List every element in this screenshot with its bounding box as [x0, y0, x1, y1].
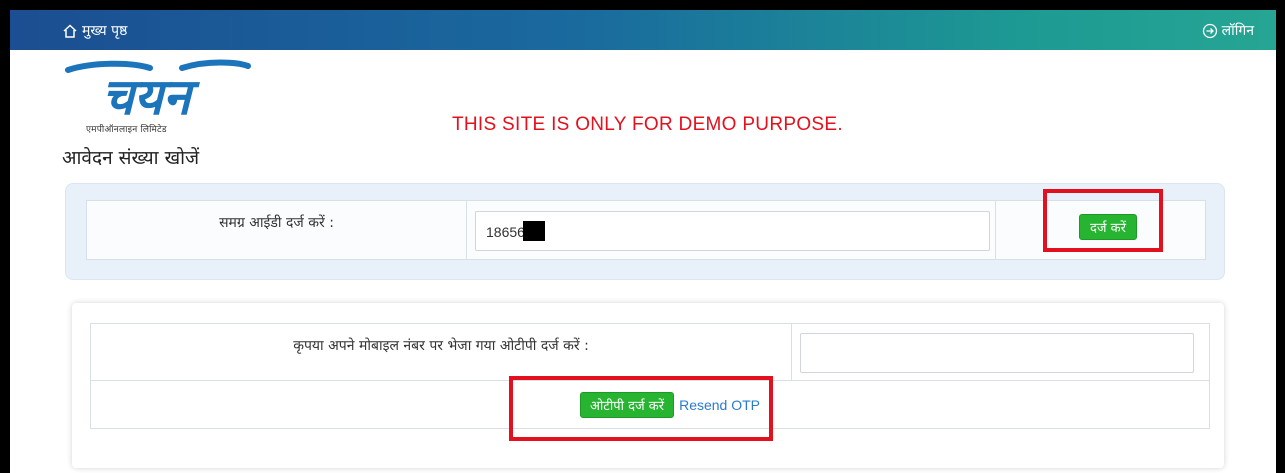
home-link-label: मुख्य पृष्ठ	[82, 23, 128, 39]
browser-viewport: मुख्य पृष्ठ लॉगिन चयन एमपीऑनलाइन लिमिटेड…	[10, 10, 1276, 473]
login-link-label: लॉगिन	[1221, 23, 1254, 39]
otp-input-row: कृपया अपने मोबाइल नंबर पर भेजा गया ओटीपी…	[91, 324, 1209, 381]
top-navigation-bar: मुख्य पृष्ठ लॉगिन	[10, 10, 1276, 50]
login-arrow-icon	[1202, 23, 1218, 39]
samagra-id-value: 18656	[486, 224, 525, 240]
page-title: आवेदन संख्या खोजें	[62, 147, 200, 169]
highlight-otp-actions	[509, 376, 773, 441]
svg-text:चयन: चयन	[102, 68, 201, 124]
otp-input[interactable]	[800, 333, 1194, 373]
login-link[interactable]: लॉगिन	[1202, 21, 1254, 40]
demo-notice: THIS SITE IS ONLY FOR DEMO PURPOSE.	[452, 114, 843, 135]
chayan-logo: चयन एमपीऑनलाइन लिमिटेड	[62, 58, 252, 138]
otp-label: कृपया अपने मोबाइल नंबर पर भेजा गया ओटीपी…	[293, 338, 589, 354]
highlight-submit-button	[1043, 189, 1163, 252]
logo-caption: एमपीऑनलाइन लिमिटेड	[86, 125, 167, 135]
samagra-id-input[interactable]: 18656	[475, 211, 990, 251]
chayan-logo-mark: चयन	[65, 59, 251, 126]
home-link[interactable]: मुख्य पृष्ठ	[62, 21, 127, 40]
redaction-block	[522, 221, 545, 242]
otp-input-cell	[792, 324, 1209, 380]
samagra-id-label-cell: समग्र आईडी दर्ज करें :	[87, 201, 467, 259]
samagra-id-label: समग्र आईडी दर्ज करें :	[219, 215, 334, 231]
samagra-id-input-cell: 18656	[467, 201, 996, 259]
search-table: समग्र आईडी दर्ज करें : 18656 दर्ज करें	[86, 200, 1206, 260]
home-icon	[62, 23, 78, 39]
otp-label-cell: कृपया अपने मोबाइल नंबर पर भेजा गया ओटीपी…	[91, 324, 792, 380]
